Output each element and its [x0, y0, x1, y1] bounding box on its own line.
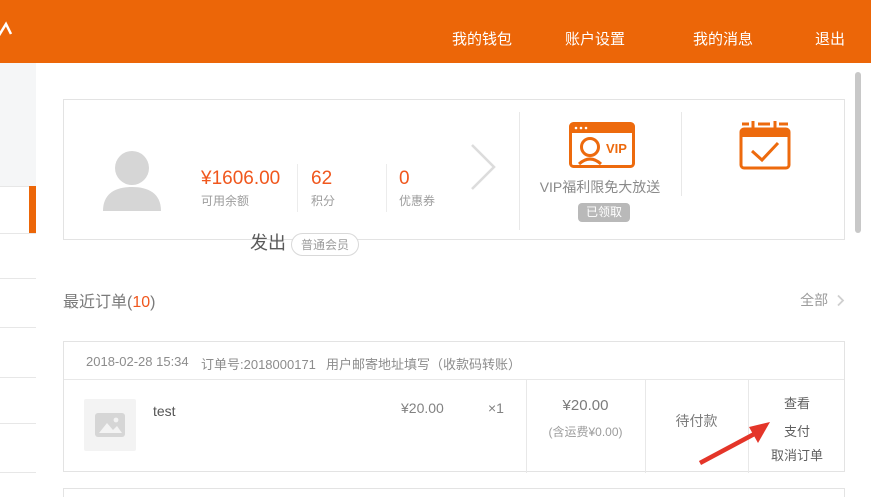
- coupons-label: 优惠券: [399, 192, 469, 209]
- stat-balance[interactable]: ¥1606.00 可用余额: [201, 168, 295, 209]
- order-header-row: 2018-02-28 15:34 订单号:2018000171 用户邮寄地址填写…: [64, 342, 844, 380]
- sidebar-active-indicator: [29, 186, 36, 233]
- username: 发出: [250, 229, 286, 255]
- section-divider: [681, 112, 682, 196]
- order-total: ¥20.00: [526, 397, 645, 414]
- sidebar-item[interactable]: [0, 378, 36, 423]
- order-datetime: 2018-02-28 15:34: [86, 354, 189, 369]
- product-name[interactable]: test: [153, 403, 176, 419]
- top-header-bar: 我的钱包 账户设置 我的消息 退出: [0, 0, 871, 63]
- vip-icon-text: VIP: [606, 141, 627, 156]
- vip-promo-title: VIP福利限免大放送: [519, 177, 681, 197]
- nav-account-settings[interactable]: 账户设置: [565, 28, 625, 49]
- orders-count: 10: [132, 294, 150, 311]
- stat-divider: [386, 164, 387, 212]
- nav-logout[interactable]: 退出: [815, 28, 845, 49]
- sidebar-item[interactable]: [0, 424, 36, 472]
- balance-label: 可用余额: [201, 192, 295, 209]
- coupons-value: 0: [399, 168, 469, 189]
- sidebar-divider: [0, 423, 36, 424]
- stat-points[interactable]: 62 积分: [311, 168, 381, 209]
- sidebar-divider: [0, 327, 36, 328]
- chevron-right-small-icon: [836, 294, 845, 307]
- sidebar-divider: [0, 472, 36, 473]
- heading-text: 最近订单: [63, 294, 127, 311]
- nav-my-wallet[interactable]: 我的钱包: [452, 28, 512, 49]
- image-placeholder-icon: [94, 412, 126, 438]
- red-annotation-arrow: [680, 405, 800, 475]
- calendar-check-icon[interactable]: [739, 120, 791, 170]
- product-thumbnail[interactable]: [84, 399, 136, 451]
- sidebar-item[interactable]: [0, 473, 36, 497]
- order-note: 用户邮寄地址填写（收款码转账）: [326, 354, 521, 373]
- member-center-page: 我的钱包 账户设置 我的消息 退出 发出 普通会员 ¥1606.00 可用余额 …: [0, 0, 871, 497]
- points-label: 积分: [311, 192, 381, 209]
- unit-price: ¥20.00: [401, 400, 444, 416]
- sidebar-item[interactable]: [0, 279, 36, 327]
- view-all-link[interactable]: 全部: [800, 290, 845, 310]
- sidebar-divider: [0, 377, 36, 378]
- scrollbar-thumb[interactable]: [855, 72, 861, 233]
- balance-value: ¥1606.00: [201, 168, 295, 189]
- user-silhouette-icon: [100, 147, 164, 213]
- sidebar-item[interactable]: [0, 328, 36, 377]
- logo-fragment-icon: [0, 20, 14, 38]
- sidebar-item[interactable]: [0, 234, 36, 278]
- quantity: ×1: [488, 400, 504, 416]
- sidebar-top-spacer: [0, 63, 36, 186]
- recent-orders-heading: 最近订单(10): [63, 288, 155, 312]
- section-divider: [519, 112, 520, 230]
- shipping-note: (含运费¥0.00): [526, 423, 645, 440]
- sidebar-divider: [0, 278, 36, 279]
- stat-coupons[interactable]: 0 优惠券: [399, 168, 469, 209]
- points-value: 62: [311, 168, 381, 189]
- vip-browser-icon: VIP: [569, 122, 635, 168]
- profile-card: 发出 普通会员 ¥1606.00 可用余额 62 积分 0 优惠券 VIP: [63, 99, 845, 240]
- member-level-badge: 普通会员: [291, 233, 359, 256]
- vip-claimed-button[interactable]: 已领取: [578, 203, 630, 222]
- next-order-card: [63, 488, 845, 497]
- stat-divider: [297, 164, 298, 212]
- chevron-right-icon: [467, 141, 499, 193]
- nav-my-messages[interactable]: 我的消息: [693, 28, 753, 49]
- order-number: 订单号:2018000171: [201, 354, 316, 373]
- sidebar-divider: [0, 233, 36, 234]
